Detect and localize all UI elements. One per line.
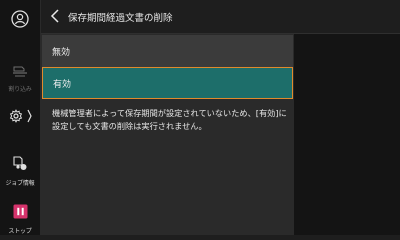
user-icon: [11, 10, 29, 32]
scan-icon: [12, 62, 28, 81]
app-window: 割り込み ジョブ情報 ストップ 保存期間経過文書の削除 無効 有効 機械管理者に…: [0, 0, 400, 235]
interrupt-label: 割り込み: [8, 86, 32, 93]
option-enabled[interactable]: 有効: [42, 67, 293, 99]
job-status-button[interactable]: ジョブ情報: [0, 156, 40, 187]
left-rail: 割り込み ジョブ情報 ストップ: [0, 0, 41, 235]
option-label: 有効: [53, 79, 72, 90]
settings-button[interactable]: [0, 108, 40, 127]
page-title: 保存期間経過文書の削除: [68, 13, 173, 24]
user-button[interactable]: [0, 10, 40, 32]
header-bar: 保存期間経過文書の削除: [41, 0, 400, 34]
chevron-left-icon: [50, 9, 59, 23]
option-label: 無効: [52, 47, 71, 58]
options-panel: 無効 有効 機械管理者によって保存期間が設定されていないため、[有効]に設定して…: [41, 34, 294, 235]
option-disabled[interactable]: 無効: [42, 35, 293, 67]
interrupt-button[interactable]: 割り込み: [0, 62, 40, 93]
gear-icon: [9, 108, 23, 127]
stop-label: ストップ: [8, 228, 32, 235]
stop-icon: [13, 204, 28, 223]
stop-button[interactable]: ストップ: [0, 204, 40, 235]
chevron-right-icon: [26, 108, 32, 127]
job-status-label: ジョブ情報: [5, 180, 35, 187]
right-empty-area: [294, 34, 400, 235]
info-note: 機械管理者によって保存期間が設定されていないため、[有効]に設定しても文書の削除…: [52, 108, 287, 131]
back-button[interactable]: [49, 8, 63, 24]
job-status-icon: [12, 156, 28, 175]
